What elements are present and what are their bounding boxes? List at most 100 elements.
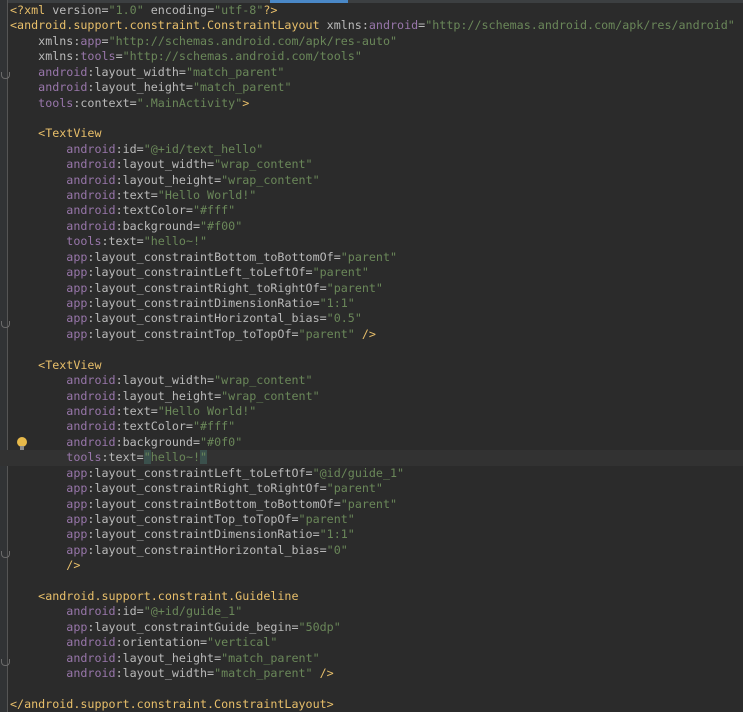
code-line[interactable]: android:layout_width="wrap_content" xyxy=(10,373,743,388)
code-line[interactable]: android:text="Hello World!" xyxy=(10,188,743,203)
fold-marker-icon[interactable] xyxy=(1,551,10,558)
code-line[interactable]: android:layout_width="match_parent" xyxy=(10,65,743,80)
code-line[interactable]: android:layout_height="match_parent" xyxy=(10,80,743,95)
code-token: :layout_constraintTop_toTopOf= xyxy=(87,326,299,341)
code-token: "match_parent" xyxy=(214,666,313,681)
code-token: hello~! xyxy=(150,450,201,465)
code-token: "#0f0" xyxy=(200,434,243,449)
fold-marker-icon[interactable] xyxy=(1,72,10,79)
code-line[interactable]: android:layout_width="wrap_content" xyxy=(10,157,743,172)
code-line[interactable]: app:layout_constraintTop_toTopOf="parent… xyxy=(10,512,743,527)
code-line[interactable]: android:textColor="#fff" xyxy=(10,419,743,434)
code-token: "parent" xyxy=(326,280,383,295)
code-token: "http://schemas.android.com/apk/res-auto… xyxy=(108,33,398,48)
code-token: "parent" xyxy=(326,481,383,496)
code-token: "@+id/text_hello" xyxy=(143,141,264,156)
code-line[interactable]: android:orientation="vertical" xyxy=(10,635,743,650)
code-editor[interactable]: <?xml version="1.0" encoding="utf-8"?> <a… xyxy=(0,3,743,712)
code-line[interactable]: xmlns:app="http://schemas.android.com/ap… xyxy=(10,34,743,49)
code-line[interactable]: app:layout_constraintTop_toTopOf="parent… xyxy=(10,327,743,342)
code-line[interactable]: app:layout_constraintHorizontal_bias="0" xyxy=(10,543,743,558)
code-token: :text= xyxy=(115,403,158,418)
lightbulb-intention-icon[interactable] xyxy=(17,437,27,450)
code-token: tools xyxy=(38,95,74,110)
code-token: :layout_constraintLeft_toLeftOf= xyxy=(87,465,313,480)
code-token: android xyxy=(66,188,116,203)
code-token: android xyxy=(66,604,116,619)
code-line[interactable] xyxy=(10,111,743,126)
code-token: :layout_height= xyxy=(115,650,222,665)
code-token: android xyxy=(66,403,116,418)
code-line[interactable]: android:text="Hello World!" xyxy=(10,404,743,419)
code-line[interactable]: <android.support.constraint.ConstraintLa… xyxy=(10,18,743,33)
code-line[interactable]: app:layout_constraintRight_toRightOf="pa… xyxy=(10,281,743,296)
code-token: xmlns: xyxy=(38,49,81,64)
code-token: app xyxy=(66,249,88,264)
code-line[interactable]: app:layout_constraintDimensionRatio="1:1… xyxy=(10,296,743,311)
code-token: = xyxy=(101,33,109,48)
code-token: tools xyxy=(80,49,116,64)
code-line[interactable]: tools:context=".MainActivity"> xyxy=(10,96,743,111)
code-line[interactable]: app:layout_constraintHorizontal_bias="0.… xyxy=(10,311,743,326)
code-token: :layout_height= xyxy=(115,388,222,403)
code-token: :id= xyxy=(115,604,144,619)
code-token: "1.0" xyxy=(108,3,144,17)
code-token: app xyxy=(80,33,102,48)
code-token: version xyxy=(52,3,102,17)
code-line[interactable]: app:layout_constraintLeft_toLeftOf="pare… xyxy=(10,265,743,280)
code-token: android xyxy=(66,635,116,650)
code-token: /> xyxy=(354,326,376,341)
code-token: " xyxy=(200,450,208,465)
code-line[interactable]: tools:text="hello~!" xyxy=(10,234,743,249)
code-line[interactable]: app:layout_constraintBottom_toBottomOf="… xyxy=(10,250,743,265)
code-token: "parent" xyxy=(340,249,398,264)
code-line[interactable]: xmlns:tools="http://schemas.android.com/… xyxy=(10,49,743,64)
code-token: android xyxy=(66,157,116,172)
code-token: "match_parent" xyxy=(221,650,320,665)
code-token: app xyxy=(66,619,88,634)
code-line[interactable]: android:layout_height="wrap_content" xyxy=(10,173,743,188)
code-line[interactable]: android:textColor="#fff" xyxy=(10,203,743,218)
code-line[interactable] xyxy=(10,342,743,357)
code-token: ".MainActivity" xyxy=(136,95,243,110)
code-token: "parent" xyxy=(298,326,355,341)
code-line[interactable]: app:layout_constraintLeft_toLeftOf="@id/… xyxy=(10,466,743,481)
code-line[interactable]: app:layout_constraintDimensionRatio="1:1… xyxy=(10,527,743,542)
code-line[interactable] xyxy=(10,574,743,589)
code-line[interactable]: android:id="@+id/guide_1" xyxy=(10,604,743,619)
code-token: :layout_constraintGuide_begin= xyxy=(87,619,299,634)
code-token: :layout_constraintHorizontal_bias= xyxy=(87,542,327,557)
code-line[interactable]: <TextView xyxy=(10,126,743,141)
code-token: encoding xyxy=(143,3,208,17)
code-line[interactable]: app:layout_constraintBottom_toBottomOf="… xyxy=(10,497,743,512)
code-token: :layout_width= xyxy=(115,373,215,388)
code-line[interactable] xyxy=(10,682,743,697)
code-token: :layout_height= xyxy=(87,80,193,95)
fold-marker-icon[interactable] xyxy=(1,321,10,328)
code-line[interactable]: app:layout_constraintGuide_begin="50dp" xyxy=(10,620,743,635)
code-line[interactable]: <android.support.constraint.Guideline xyxy=(10,589,743,604)
code-line[interactable]: tools:text="hello~!" xyxy=(0,450,743,466)
code-token: app xyxy=(66,296,88,311)
code-token: :layout_constraintRight_toRightOf= xyxy=(87,280,327,295)
code-token: app xyxy=(66,527,88,542)
code-line[interactable]: android:layout_width="match_parent" /> xyxy=(10,666,743,681)
code-line[interactable]: app:layout_constraintRight_toRightOf="pa… xyxy=(10,481,743,496)
code-token: "0.5" xyxy=(326,311,362,326)
code-token: android xyxy=(66,172,116,187)
code-line[interactable]: </android.support.constraint.ConstraintL… xyxy=(10,697,743,712)
code-line[interactable]: <?xml version="1.0" encoding="utf-8"?> xyxy=(10,3,743,18)
fold-marker-icon[interactable] xyxy=(1,659,10,666)
code-line[interactable]: <TextView xyxy=(10,358,743,373)
code-line[interactable]: android:id="@+id/text_hello" xyxy=(10,142,743,157)
code-token: : xyxy=(361,18,369,33)
code-line[interactable]: /> xyxy=(10,558,743,573)
code-token: /> xyxy=(66,558,81,573)
code-line[interactable]: android:background="#0f0" xyxy=(10,435,743,450)
code-line[interactable]: android:layout_height="match_parent" xyxy=(10,651,743,666)
code-line[interactable]: android:layout_height="wrap_content" xyxy=(10,389,743,404)
code-line[interactable]: android:background="#f00" xyxy=(10,219,743,234)
code-token: :layout_constraintLeft_toLeftOf= xyxy=(87,265,313,280)
code-token: :textColor= xyxy=(115,203,193,218)
code-token: :text= xyxy=(101,234,144,249)
